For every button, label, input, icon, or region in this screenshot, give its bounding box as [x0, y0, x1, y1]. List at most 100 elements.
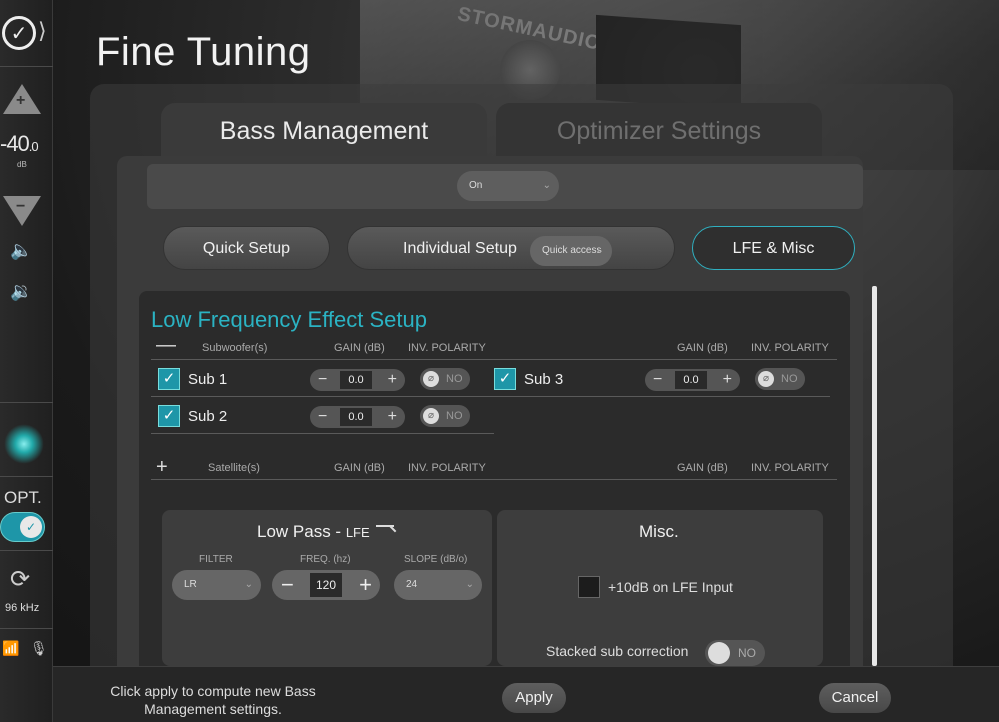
subwoofers-header: Subwoofer(s) — [202, 342, 268, 354]
polarity-icon: ⌀ — [758, 371, 774, 387]
misc-title: Misc. — [639, 522, 679, 541]
sub2-polarity-toggle[interactable]: ⌀ NO — [420, 405, 470, 427]
minus-icon[interactable]: − — [318, 369, 327, 391]
polarity-header-2: INV. POLARITY — [751, 342, 829, 354]
select-value: On — [469, 180, 483, 191]
divider — [151, 396, 494, 397]
freq-value[interactable]: 120 — [310, 573, 342, 597]
polarity-header: INV. POLARITY — [408, 342, 486, 354]
stacked-sub-value: NO — [738, 646, 756, 660]
apply-button[interactable]: Apply — [502, 683, 566, 713]
sub2-gain-stepper[interactable]: − 0.0 + — [310, 406, 405, 428]
sub1-polarity-toggle[interactable]: ⌀ NO — [420, 368, 470, 390]
chevron-right-icon[interactable]: ⟩ — [38, 18, 47, 44]
slope-label: SLOPE (dB/o) — [404, 554, 468, 565]
sub1-gain-value[interactable]: 0.0 — [340, 371, 372, 389]
wifi-icon[interactable]: 📶 — [2, 640, 19, 657]
lfe-input-label: +10dB on LFE Input — [608, 579, 733, 595]
volume-up-icon[interactable]: + — [3, 84, 41, 114]
sub1-gain-stepper[interactable]: − 0.0 + — [310, 369, 405, 391]
satellites-header: Satellite(s) — [208, 462, 260, 474]
sub3-gain-value[interactable]: 0.0 — [675, 371, 707, 389]
gain-header-2: GAIN (dB) — [677, 342, 728, 354]
logo-icon[interactable]: ✓ — [2, 16, 36, 50]
sub3-checkbox[interactable]: ✓ — [494, 368, 516, 390]
plus-icon[interactable]: + — [388, 369, 397, 391]
rail-divider — [0, 550, 53, 551]
sub2-checkbox[interactable]: ✓ — [158, 405, 180, 427]
divider — [151, 433, 494, 434]
sub3-polarity-value: NO — [781, 373, 798, 385]
lfe-title: Low Frequency Effect Setup — [151, 307, 427, 332]
plus-icon[interactable]: + — [359, 570, 372, 600]
opt-label: OPT. — [4, 488, 42, 507]
sub2-gain-value[interactable]: 0.0 — [340, 408, 372, 426]
individual-setup-button[interactable]: Individual Setup — [347, 226, 675, 270]
select-value: LR — [184, 579, 197, 590]
volume-readout: -40.0 — [0, 131, 39, 156]
sync-icon[interactable]: ⟳ — [10, 565, 30, 594]
minus-icon[interactable]: − — [318, 406, 327, 428]
sub2-label: Sub 2 — [188, 408, 228, 425]
gain-header: GAIN (dB) — [334, 342, 385, 354]
sub1-checkbox[interactable]: ✓ — [158, 368, 180, 390]
chevron-down-icon: ⌄ — [542, 180, 551, 191]
check-icon: ✓ — [20, 516, 42, 538]
rail-divider — [0, 402, 53, 403]
mute-icon[interactable]: 🔈 — [10, 240, 32, 261]
filter-select[interactable]: LR ⌄ — [172, 570, 261, 600]
rail-divider — [0, 476, 53, 477]
rail-divider — [0, 66, 53, 67]
sub3-label: Sub 3 — [524, 371, 564, 388]
divider — [494, 396, 830, 397]
divider — [151, 479, 837, 480]
plus-icon[interactable]: + — [388, 406, 397, 428]
polarity-header-2: INV. POLARITY — [751, 462, 829, 474]
cancel-button[interactable]: Cancel — [819, 683, 891, 713]
volume-down-icon[interactable]: − — [3, 196, 41, 226]
select-value: Quick access — [542, 245, 602, 256]
footer-message: Click apply to compute new Bass Manageme… — [110, 683, 316, 717]
slope-select[interactable]: 24 ⌄ — [394, 570, 482, 600]
collapse-subwoofers-icon[interactable]: — — [156, 334, 176, 357]
quick-access-select[interactable]: Quick access ⌄ — [530, 236, 612, 266]
chevron-down-icon: ⌄ — [465, 579, 474, 590]
chevron-down-icon: ⌄ — [595, 245, 604, 256]
select-value: 24 — [406, 579, 418, 590]
quick-setup-button[interactable]: Quick Setup — [163, 226, 330, 270]
stacked-sub-toggle[interactable]: NO — [705, 640, 765, 666]
tab-bass-management[interactable]: Bass Management — [161, 103, 487, 163]
freq-stepper[interactable]: − 120 + — [272, 570, 380, 600]
minus-icon[interactable]: − — [281, 570, 294, 600]
polarity-icon: ⌀ — [423, 371, 439, 387]
lfe-misc-button[interactable]: LFE & Misc — [692, 226, 855, 270]
filter-label: FILTER — [199, 554, 233, 565]
scrollbar[interactable] — [872, 286, 877, 666]
toggle-knob — [708, 642, 730, 664]
minus-icon[interactable]: − — [653, 369, 662, 391]
left-rail: ✓ ⟩ + -40.0 dB − 🔈 🔉 OPT. ✓ ⟳ 96 kHz 📶 🎙 — [0, 0, 53, 722]
opt-toggle[interactable]: ✓ — [0, 512, 45, 542]
freq-label: FREQ. (hz) — [300, 554, 351, 565]
sub2-polarity-value: NO — [446, 410, 463, 422]
rail-divider — [0, 628, 53, 629]
sub1-label: Sub 1 — [188, 371, 228, 388]
sub3-gain-stepper[interactable]: − 0.0 + — [645, 369, 740, 391]
expand-satellites-icon[interactable]: + — [156, 456, 168, 479]
plus-icon[interactable]: + — [723, 369, 732, 391]
sample-rate: 96 kHz — [5, 602, 40, 614]
gain-header-2: GAIN (dB) — [677, 462, 728, 474]
polarity-header: INV. POLARITY — [408, 462, 486, 474]
speaker-down-icon[interactable]: 🔉 — [10, 281, 32, 302]
chevron-down-icon: ⌄ — [244, 579, 253, 590]
input-cable-icon[interactable] — [4, 424, 44, 464]
sub1-polarity-value: NO — [446, 373, 463, 385]
lfe-input-checkbox[interactable] — [578, 576, 600, 598]
page-title: Fine Tuning — [96, 30, 311, 74]
tab-optimizer-settings[interactable]: Optimizer Settings — [496, 103, 822, 163]
volume-unit: dB — [17, 160, 27, 169]
stacked-sub-label: Stacked sub correction — [546, 643, 689, 659]
bass-management-select[interactable]: On ⌄ — [457, 171, 559, 201]
mic-icon[interactable]: 🎙 — [30, 640, 48, 657]
sub3-polarity-toggle[interactable]: ⌀ NO — [755, 368, 805, 390]
